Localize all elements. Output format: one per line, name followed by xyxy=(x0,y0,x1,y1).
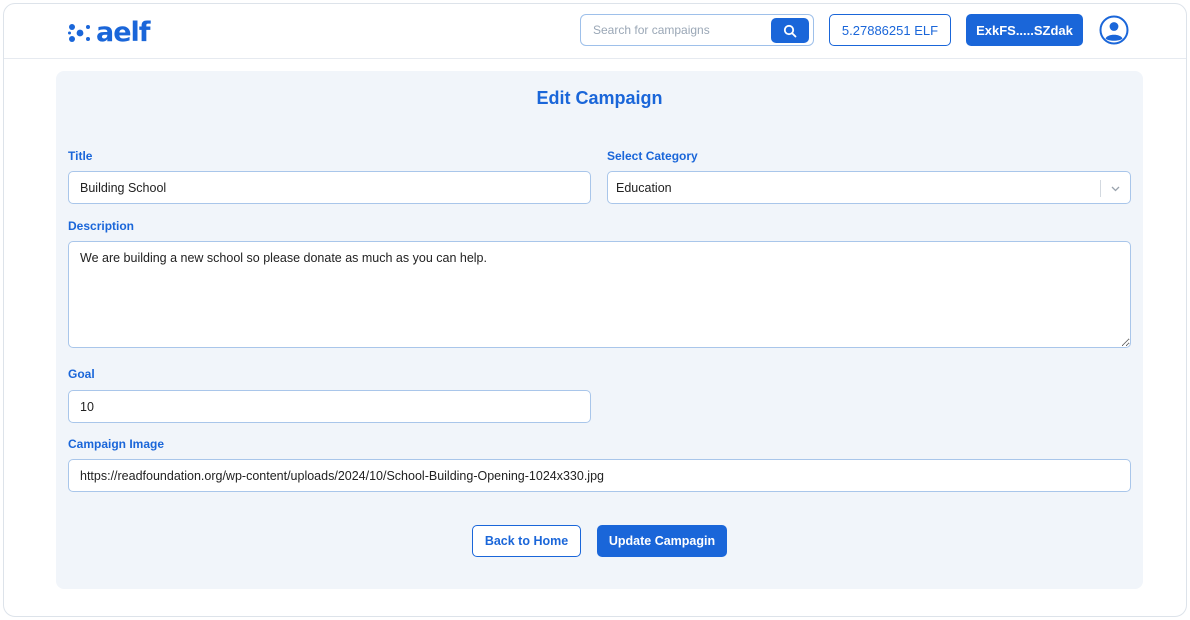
update-campaign-button[interactable]: Update Campagin xyxy=(597,525,727,557)
user-avatar-icon[interactable] xyxy=(1099,15,1129,45)
search-icon xyxy=(783,24,797,37)
chevron-down-icon xyxy=(1111,186,1120,192)
description-textarea[interactable]: We are building a new school so please d… xyxy=(68,241,1131,348)
search-input[interactable] xyxy=(581,15,767,45)
edit-campaign-card: Edit Campaign Title Select Category Educ… xyxy=(56,71,1143,589)
goal-input[interactable] xyxy=(68,390,591,423)
title-input[interactable] xyxy=(68,171,591,204)
app-window: aelf 5.27886251 ELF ExkFS.....SZdak Edit… xyxy=(3,3,1187,617)
campaign-image-label: Campaign Image xyxy=(68,437,165,451)
search-box xyxy=(580,14,814,46)
aelf-logo-text: aelf xyxy=(96,17,151,48)
campaign-image-input[interactable] xyxy=(68,459,1131,492)
title-label: Title xyxy=(68,149,93,163)
select-divider xyxy=(1100,180,1101,197)
search-button[interactable] xyxy=(771,18,809,43)
goal-label: Goal xyxy=(68,367,95,381)
category-label: Select Category xyxy=(607,149,698,163)
aelf-logo-icon xyxy=(68,24,90,42)
description-label: Description xyxy=(68,219,135,233)
top-navbar: aelf 5.27886251 ELF ExkFS.....SZdak xyxy=(4,4,1186,59)
back-to-home-button[interactable]: Back to Home xyxy=(472,525,581,557)
category-select[interactable]: Education xyxy=(607,171,1131,204)
balance-badge[interactable]: 5.27886251 ELF xyxy=(829,14,951,46)
page-title: Edit Campaign xyxy=(536,88,663,108)
wallet-address-button[interactable]: ExkFS.....SZdak xyxy=(966,14,1083,46)
aelf-logo[interactable]: aelf xyxy=(68,17,151,48)
category-selected-value: Education xyxy=(616,180,672,195)
